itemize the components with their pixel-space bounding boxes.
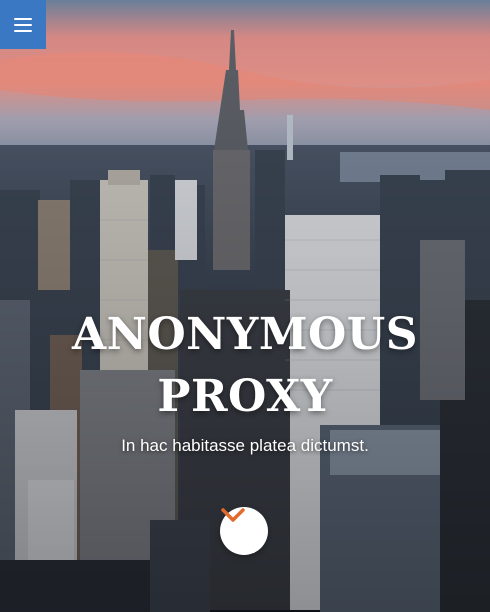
hero-title: ANONYMOUS PROXY — [0, 304, 490, 428]
hero-title-line-1: ANONYMOUS — [72, 309, 418, 360]
hero-title-line-2: PROXY — [157, 371, 333, 422]
scroll-down-button[interactable] — [220, 507, 268, 555]
hamburger-menu-icon — [14, 17, 32, 32]
hero-section: ANONYMOUS PROXY In hac habitasse platea … — [0, 0, 490, 612]
chevron-down-icon — [221, 508, 245, 522]
hero-subtitle: In hac habitasse platea dictumst. — [121, 436, 369, 455]
menu-button[interactable] — [0, 0, 46, 49]
